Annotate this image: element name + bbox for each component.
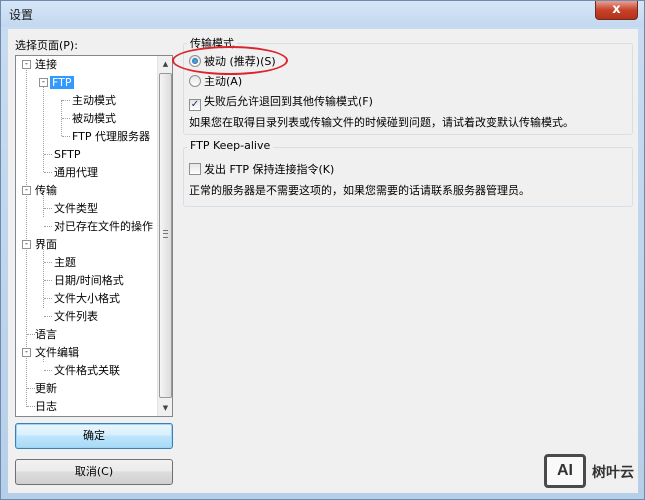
collapse-icon[interactable]: - [22,186,31,195]
radio-unselected-icon [189,75,201,87]
tree-item-filetype-associations[interactable]: 文件格式关联 [52,362,122,379]
grip-icon [163,230,168,238]
tree-item-label: 语言 [35,328,57,341]
keepalive-hint: 正常的服务器是不需要这项的，如果您需要的话请联系服务器管理员。 [189,184,530,197]
tree-item-label: 文件类型 [54,202,98,215]
tree-item-connection[interactable]: 连接 [33,56,59,73]
tree-item-label: 界面 [35,238,57,251]
tree-item-label: 日期/时间格式 [54,274,124,287]
tree-item-transfers[interactable]: 传输 [33,182,59,199]
tree-item-label: FTP 代理服务器 [72,130,150,143]
watermark-text: 树叶云 [592,465,634,481]
tree-item-label: 主动模式 [72,94,116,107]
collapse-icon[interactable]: - [22,240,31,249]
tree-item-file-types[interactable]: 文件类型 [52,200,100,217]
collapse-icon[interactable]: - [39,78,48,87]
tree-item-generic-proxy[interactable]: 通用代理 [52,164,100,181]
scroll-down-arrow-icon[interactable]: ▼ [158,400,172,416]
tree-item-language[interactable]: 语言 [33,326,59,343]
close-button[interactable]: x [595,1,638,20]
checkmark-icon: ✓ [189,99,201,111]
tree-item-label: 传输 [35,184,57,197]
tree-item-ftp[interactable]: FTP [50,74,74,91]
transfer-mode-hint: 如果您在取得目录列表或传输文件的时候碰到问题，请试着改变默认传输模式。 [189,116,574,129]
tree-item-label: 被动模式 [72,112,116,125]
tree-item-logging[interactable]: 日志 [33,398,59,415]
cancel-button[interactable]: 取消(C) [15,459,173,485]
settings-window: 设置 x 选择页面(P): - 连接 - FTP 主动模式 被动模式 FTP 代… [0,0,645,500]
page-tree[interactable]: - 连接 - FTP 主动模式 被动模式 FTP 代理服务器 SFTP 通用代理… [15,55,173,417]
tree-item-label: 对已存在文件的操作 [54,220,153,233]
tree-item-label: 通用代理 [54,166,98,179]
tree-item-file-lists[interactable]: 文件列表 [52,308,100,325]
tree-item-themes[interactable]: 主题 [52,254,78,271]
tree-h-line [62,136,70,137]
tree-item-updates[interactable]: 更新 [33,380,59,397]
tree-item-filesize-format[interactable]: 文件大小格式 [52,290,122,307]
fallback-checkbox-label: 失败后允许退回到其他传输模式(F) [204,95,373,108]
tree-item-label: 文件列表 [54,310,98,323]
tree-h-line [44,262,52,263]
active-radio[interactable]: 主动(A) [189,74,242,89]
tree-h-line [44,280,52,281]
checkbox-unchecked-icon [189,163,201,175]
tree-h-line [44,298,52,299]
tree-item-active-mode[interactable]: 主动模式 [70,92,118,109]
tree-item-sftp[interactable]: SFTP [52,146,82,163]
tree-item-passive-mode[interactable]: 被动模式 [70,110,118,127]
tree-item-label: SFTP [54,148,81,161]
tree-item-label: 文件编辑 [35,346,79,359]
collapse-icon[interactable]: - [22,60,31,69]
tree-h-line [44,316,52,317]
active-radio-label: 主动(A) [204,75,243,88]
tree-scrollbar[interactable]: ▲ ▼ [157,56,172,416]
tree-h-line [44,226,52,227]
tree-h-line [62,100,70,101]
tree-item-date-time-format[interactable]: 日期/时间格式 [52,272,126,289]
tree-h-line [44,154,52,155]
tree-item-label: 更新 [35,382,57,395]
watermark-ai-box: AI [544,454,586,488]
tree-h-line [44,172,52,173]
window-title: 设置 [9,8,34,22]
scrollbar-thumb[interactable] [159,73,172,398]
tree-item-label: FTP [50,76,74,89]
tree-item-file-editing[interactable]: 文件编辑 [33,344,81,361]
watermark-logo: AI 树叶云 [544,454,642,494]
title-bar[interactable]: 设置 x [1,1,644,27]
keepalive-group [183,147,633,207]
keepalive-title: FTP Keep-alive [187,139,274,152]
tree-h-line [44,208,52,209]
ok-button[interactable]: 确定 [15,423,173,449]
collapse-icon[interactable]: - [22,348,31,357]
keepalive-checkbox[interactable]: 发出 FTP 保持连接指令(K) [189,162,334,177]
tree-h-line [62,118,70,119]
tree-item-label: 日志 [35,400,57,413]
tree-connector-connection [43,82,44,172]
scroll-up-arrow-icon[interactable]: ▲ [158,56,172,72]
tree-item-label: 文件格式关联 [54,364,120,377]
dialog-client-area: 选择页面(P): - 连接 - FTP 主动模式 被动模式 FTP 代理服务器 … [8,29,638,493]
tree-item-label: 连接 [35,58,57,71]
tree-item-label: 文件大小格式 [54,292,120,305]
tree-item-ftp-proxy[interactable]: FTP 代理服务器 [70,128,152,145]
fallback-checkbox[interactable]: ✓ 失败后允许退回到其他传输模式(F) [189,94,373,111]
select-page-label: 选择页面(P): [15,39,78,52]
tree-item-label: 主题 [54,256,76,269]
keepalive-checkbox-label: 发出 FTP 保持连接指令(K) [204,163,335,176]
tree-item-file-exists-action[interactable]: 对已存在文件的操作 [52,218,155,235]
tree-item-interface[interactable]: 界面 [33,236,59,253]
tree-h-line [44,370,52,371]
highlight-oval [172,46,288,75]
